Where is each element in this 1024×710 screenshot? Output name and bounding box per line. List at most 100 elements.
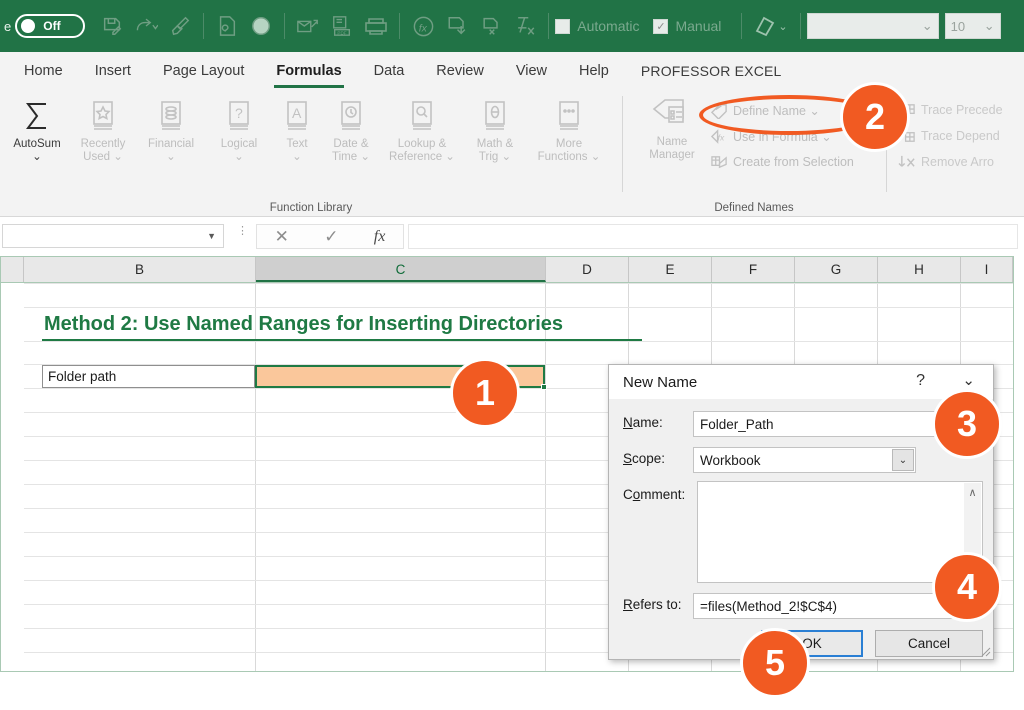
tab-insert[interactable]: Insert (79, 52, 147, 90)
shape-icon[interactable] (748, 9, 782, 43)
qat-separator-2 (284, 13, 286, 39)
column-header-F[interactable]: F (712, 257, 795, 282)
tab-professor-excel[interactable]: PROFESSOR EXCEL (625, 52, 798, 90)
qat-left-text: e (4, 18, 12, 34)
fill-handle[interactable] (541, 384, 547, 390)
quick-access-toolbar: e Off PDF fx Automatic ✓ Manual ⌄ ⌄ 10 ⌄ (0, 0, 1024, 52)
create-selection-icon (708, 152, 730, 172)
more-functions-button[interactable]: More Functions ⌄ (528, 94, 610, 164)
column-header-E[interactable]: E (629, 257, 712, 282)
save-as-icon[interactable] (440, 9, 474, 43)
pdf-icon[interactable]: PDF (325, 9, 359, 43)
column-header-H[interactable]: H (878, 257, 961, 282)
svg-text:fx: fx (717, 132, 724, 142)
callout-3: 3 (932, 389, 1002, 459)
qat-separator-6 (799, 13, 801, 39)
logical-button[interactable]: ? Logical ⌄ (208, 94, 270, 164)
name-manager-label-1: Name (656, 136, 688, 148)
more-functions-label-2: Functions ⌄ (537, 151, 601, 163)
shape-dropdown-caret-icon[interactable]: ⌄ (778, 20, 787, 33)
dialog-titlebar[interactable]: New Name ? ⌄ (609, 365, 993, 399)
save-icon[interactable] (95, 9, 129, 43)
help-icon[interactable]: ? (916, 372, 925, 390)
function-library-group-label: Function Library (269, 202, 353, 214)
resize-grip-icon[interactable] (979, 645, 991, 657)
math-trig-button[interactable]: Math & Trig ⌄ (464, 94, 526, 164)
lookup-reference-button[interactable]: Lookup & Reference ⌄ (382, 94, 462, 164)
off-toggle[interactable]: Off (15, 14, 86, 38)
folder-path-label-cell[interactable]: Folder path (42, 365, 255, 388)
math-trig-label-2: Trig ⌄ (478, 151, 512, 163)
logical-label-1: Logical (220, 138, 258, 150)
print-icon[interactable] (359, 9, 393, 43)
name-field-label: Name: (623, 415, 663, 430)
question-book-icon: ? (208, 94, 270, 138)
formula-input[interactable] (408, 224, 1018, 249)
email-icon[interactable] (291, 9, 325, 43)
scope-select-value: Workbook (700, 452, 761, 468)
date-time-button[interactable]: Date & Time ⌄ (320, 94, 382, 164)
star-book-icon (72, 94, 134, 138)
sheet-title: Method 2: Use Named Ranges for Inserting… (44, 313, 564, 335)
trace-precedents-button[interactable]: Trace Precede (896, 100, 1003, 120)
callout-4: 4 (932, 552, 1002, 622)
tab-data[interactable]: Data (358, 52, 421, 90)
gridline-h-2 (24, 307, 1013, 308)
trace-dependents-button[interactable]: Trace Depend (896, 126, 1000, 146)
defined-names-group-label: Defined Names (714, 202, 794, 214)
column-header-B[interactable]: B (24, 257, 256, 282)
autosum-label-2: ⌄ (32, 151, 42, 163)
scope-select[interactable]: Workbook ⌄ (693, 447, 916, 473)
name-input[interactable]: Folder_Path (693, 411, 970, 437)
redo-icon[interactable] (129, 9, 163, 43)
remove-arrows-button[interactable]: Remove Arro (896, 152, 994, 172)
more-book-icon (528, 94, 610, 138)
page-icon[interactable] (210, 9, 244, 43)
checkbox-checked-icon: ✓ (653, 18, 669, 34)
font-name-combobox[interactable]: ⌄ (806, 13, 939, 39)
calc-automatic-checkbox[interactable]: Automatic (555, 18, 639, 34)
tab-home[interactable]: Home (8, 52, 79, 90)
function-icon[interactable]: fx (406, 9, 440, 43)
cancel-x-icon[interactable]: ✕ (275, 227, 289, 247)
column-header-G[interactable]: G (795, 257, 878, 282)
tab-help[interactable]: Help (563, 52, 625, 90)
column-header-C[interactable]: C (256, 257, 546, 282)
font-size-combobox[interactable]: 10 ⌄ (944, 13, 1001, 39)
tab-page-layout[interactable]: Page Layout (147, 52, 260, 90)
calc-manual-checkbox[interactable]: ✓ Manual (653, 18, 721, 34)
enter-check-icon[interactable]: ✓ (324, 227, 338, 247)
toggle-knob (21, 19, 36, 33)
qat-separator-5 (741, 13, 743, 39)
tab-review[interactable]: Review (420, 52, 500, 90)
financial-button[interactable]: Financial ⌄ (140, 94, 202, 164)
coins-book-icon (140, 94, 202, 138)
formula-bar-grip[interactable]: ⋮ (237, 226, 248, 237)
chevron-down-icon: ⌄ (921, 18, 933, 33)
insert-function-icon[interactable]: fx (374, 228, 386, 246)
chevron-down-icon[interactable]: ⌄ (892, 449, 914, 471)
name-manager-button[interactable]: Name Manager (634, 92, 710, 162)
cancel-button[interactable]: Cancel (875, 630, 983, 657)
comment-field-label: Comment: (623, 487, 686, 502)
more-functions-label-1: More (555, 138, 583, 150)
select-all-corner[interactable] (1, 257, 24, 282)
column-header-D[interactable]: D (546, 257, 629, 282)
create-from-selection-label: Create from Selection (733, 155, 854, 169)
format-painter-icon[interactable] (163, 9, 197, 43)
formula-clear-icon[interactable] (508, 9, 542, 43)
tab-view[interactable]: View (500, 52, 563, 90)
callout-2: 2 (840, 82, 910, 152)
text-button[interactable]: A Text ⌄ (266, 94, 328, 164)
record-icon[interactable] (244, 9, 278, 43)
comment-textarea-value (698, 482, 982, 490)
autosum-button[interactable]: AutoSum ⌄ (6, 94, 68, 164)
recently-used-button[interactable]: Recently Used ⌄ (72, 94, 134, 164)
column-header-I[interactable]: I (961, 257, 1013, 282)
name-box[interactable]: ▼ (2, 224, 224, 248)
tab-formulas[interactable]: Formulas (260, 52, 357, 90)
create-from-selection-button[interactable]: Create from Selection (708, 152, 854, 172)
export-icon[interactable] (474, 9, 508, 43)
search-book-icon (382, 94, 462, 138)
minimize-icon[interactable]: ⌄ (962, 371, 975, 389)
